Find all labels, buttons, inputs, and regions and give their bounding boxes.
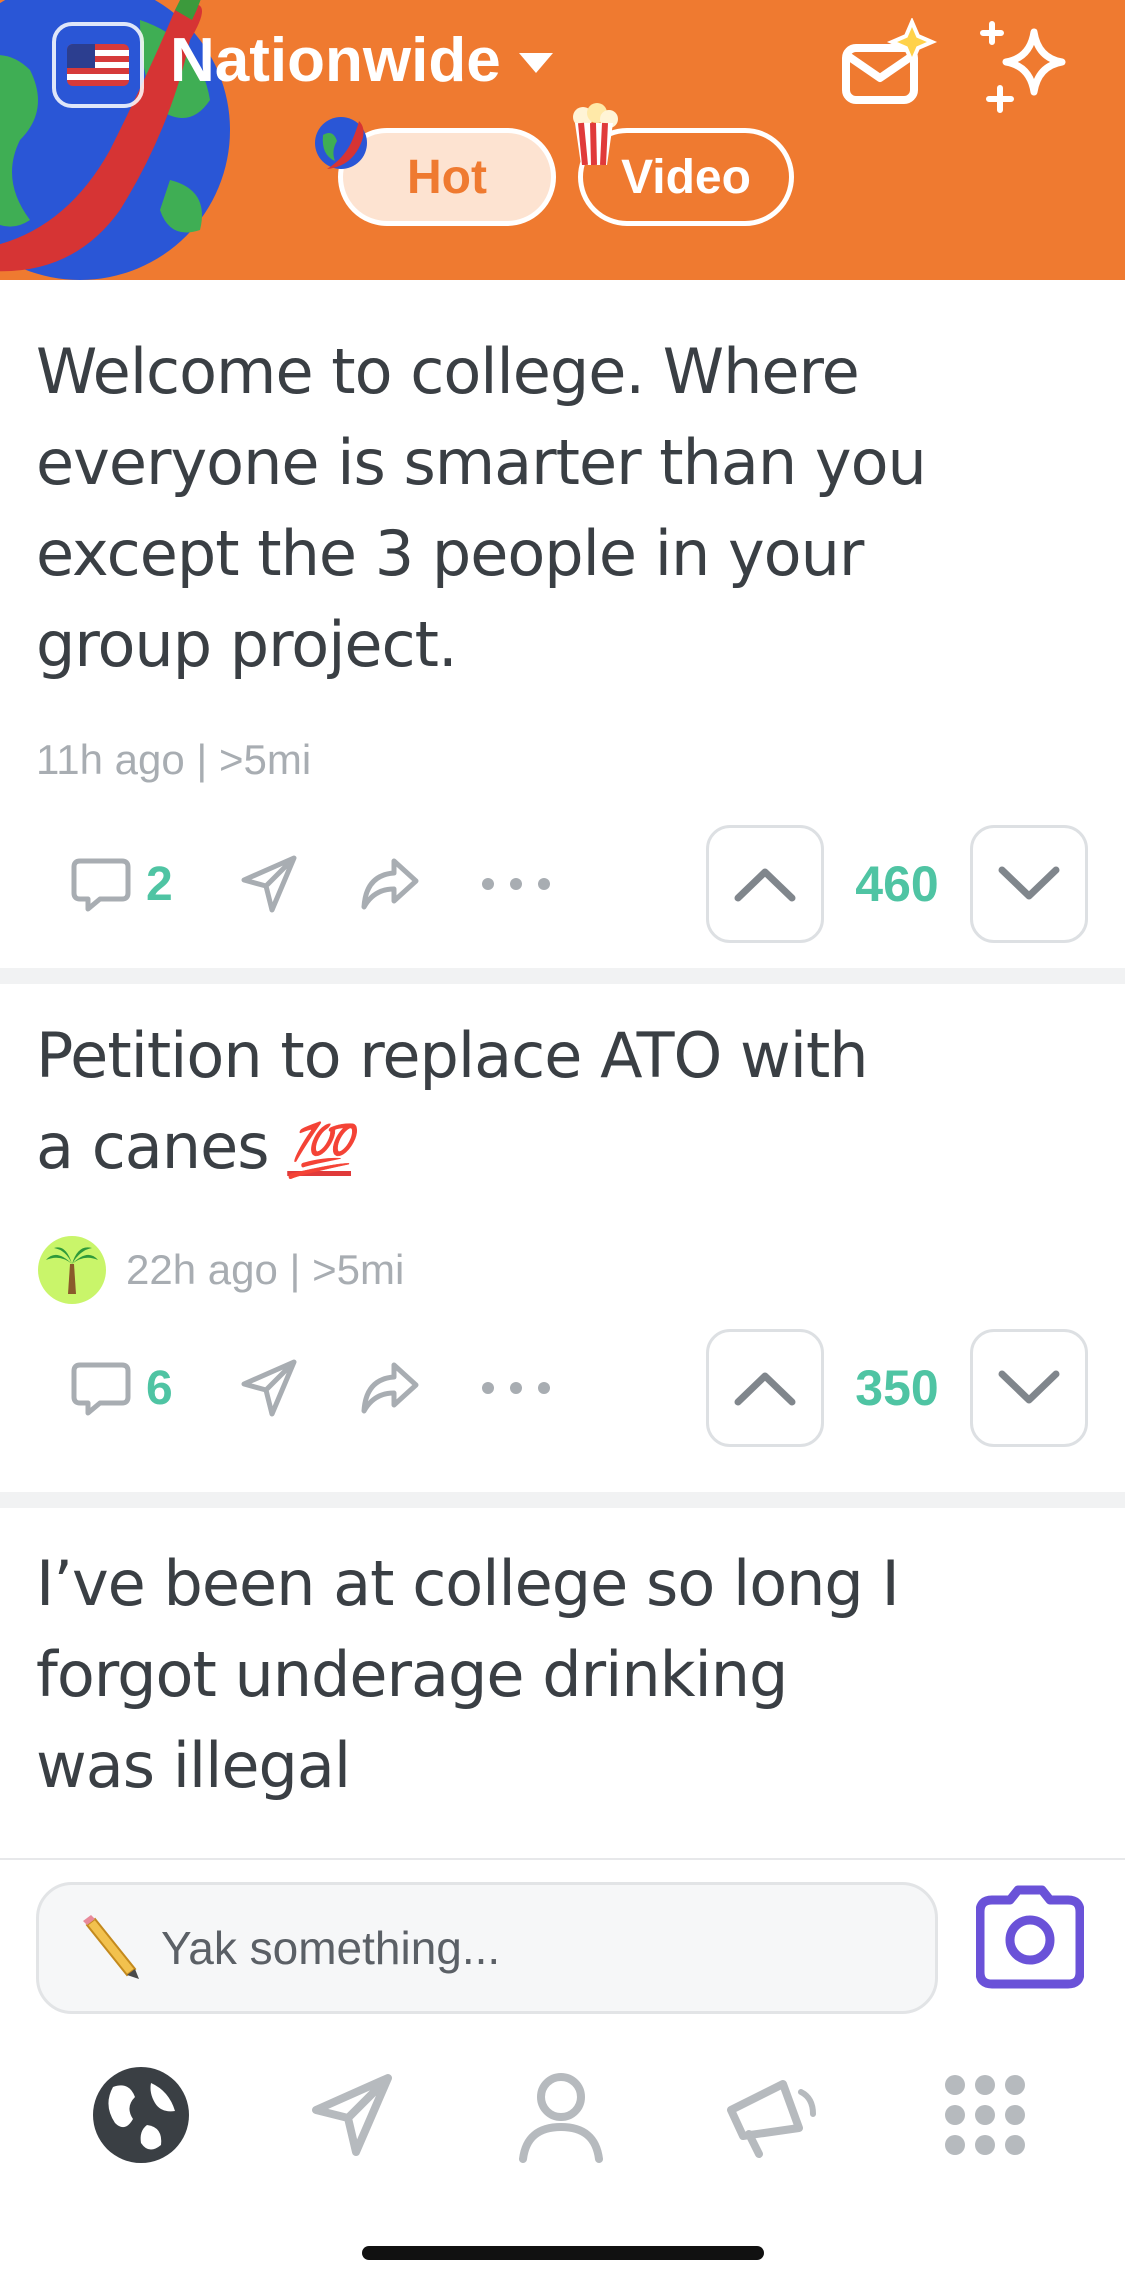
popcorn-emoji-icon [573, 103, 618, 165]
nav-announcements[interactable] [718, 2060, 828, 2170]
compose-placeholder: Yak something... [161, 1922, 501, 1974]
downvote-button[interactable] [970, 825, 1088, 943]
upvote-button[interactable] [706, 1329, 824, 1447]
tab-hot[interactable]: Hot [315, 117, 556, 226]
pencil-icon [83, 1915, 139, 1979]
hundred-points-emoji: 💯 [287, 1121, 352, 1181]
comments-button[interactable]: 6 [70, 1357, 173, 1419]
profile-icon [519, 2073, 603, 2163]
post-text-body: Petition to replace ATO with a canes [36, 1019, 869, 1183]
post-text: Welcome to college. Where everyone is sm… [36, 335, 927, 681]
yak-compose-input[interactable]: Yak something... [36, 1882, 938, 2014]
feed-tabs: Hot Video [315, 103, 794, 226]
post-timestamp: 22h ago | >5mi [126, 1246, 405, 1293]
post-divider [0, 968, 1125, 984]
chevron-down-icon [518, 53, 553, 73]
us-flag-icon [67, 44, 129, 86]
chevron-up-icon [734, 1372, 796, 1406]
share-icon[interactable] [356, 851, 422, 917]
composer-bar: Yak something... [0, 1858, 1125, 2018]
comment-icon [71, 858, 131, 912]
chevron-up-icon [734, 868, 796, 902]
comment-icon [71, 1362, 131, 1416]
direct-message-icon[interactable] [238, 852, 302, 916]
bottom-nav [0, 2020, 1125, 2204]
post-timestamp: 11h ago | >5mi [36, 736, 312, 783]
avatar-palm-tree-icon [38, 1236, 106, 1304]
location-selector[interactable]: Nationwide [170, 22, 553, 98]
post-card[interactable]: Welcome to college. Where everyone is sm… [0, 280, 1125, 968]
comment-count: 6 [146, 1361, 173, 1415]
vote-score: 350 [855, 1360, 939, 1416]
home-indicator[interactable] [362, 2246, 764, 2260]
share-icon[interactable] [356, 1355, 422, 1421]
sparkles-icon[interactable] [978, 18, 1078, 118]
country-flag-button[interactable] [52, 22, 144, 108]
nav-messages[interactable] [298, 2060, 408, 2170]
post-card[interactable]: I’ve been at college so long I forgot un… [0, 1508, 1125, 1868]
downvote-button[interactable] [970, 1329, 1088, 1447]
location-label: Nationwide [170, 25, 501, 95]
more-options-icon[interactable] [478, 1378, 554, 1398]
nav-more[interactable] [930, 2060, 1040, 2170]
vote-score: 460 [855, 856, 939, 912]
post-meta: 11h ago | >5mi [0, 736, 311, 784]
more-options-icon[interactable] [478, 874, 554, 894]
direct-message-icon[interactable] [238, 1356, 302, 1420]
camera-icon[interactable] [976, 1882, 1084, 1990]
post-card[interactable]: Petition to replace ATO with a canes 💯 2… [0, 984, 1125, 1492]
post-text: I’ve been at college so long I forgot un… [36, 1547, 900, 1802]
comment-count: 2 [146, 857, 173, 911]
grid-more-icon [945, 2075, 1025, 2155]
tab-video-label: Video [621, 150, 751, 204]
globe-pepper-emoji-icon [315, 117, 367, 169]
post-text: Petition to replace ATO with a canes 💯 [0, 984, 940, 1197]
chevron-down-icon [998, 1370, 1060, 1404]
tab-hot-label: Hot [407, 150, 487, 204]
nav-profile[interactable] [506, 2060, 616, 2170]
post-actions: 2 460 [0, 824, 1125, 944]
paper-plane-icon [312, 2074, 392, 2156]
notifications-mail-icon[interactable] [838, 18, 938, 118]
app-header: Nationwide Hot Video [0, 0, 1125, 280]
post-divider [0, 1492, 1125, 1508]
post-meta: 22h ago | >5mi [0, 1234, 404, 1306]
nav-feed[interactable] [86, 2060, 196, 2170]
globe-icon [93, 2067, 189, 2163]
upvote-button[interactable] [706, 825, 824, 943]
chevron-down-icon [998, 866, 1060, 900]
tab-video[interactable]: Video [573, 103, 794, 226]
megaphone-icon [727, 2080, 816, 2158]
comments-button[interactable]: 2 [70, 853, 173, 915]
post-actions: 6 350 [0, 1328, 1125, 1448]
post-feed: Welcome to college. Where everyone is sm… [0, 280, 1125, 1868]
